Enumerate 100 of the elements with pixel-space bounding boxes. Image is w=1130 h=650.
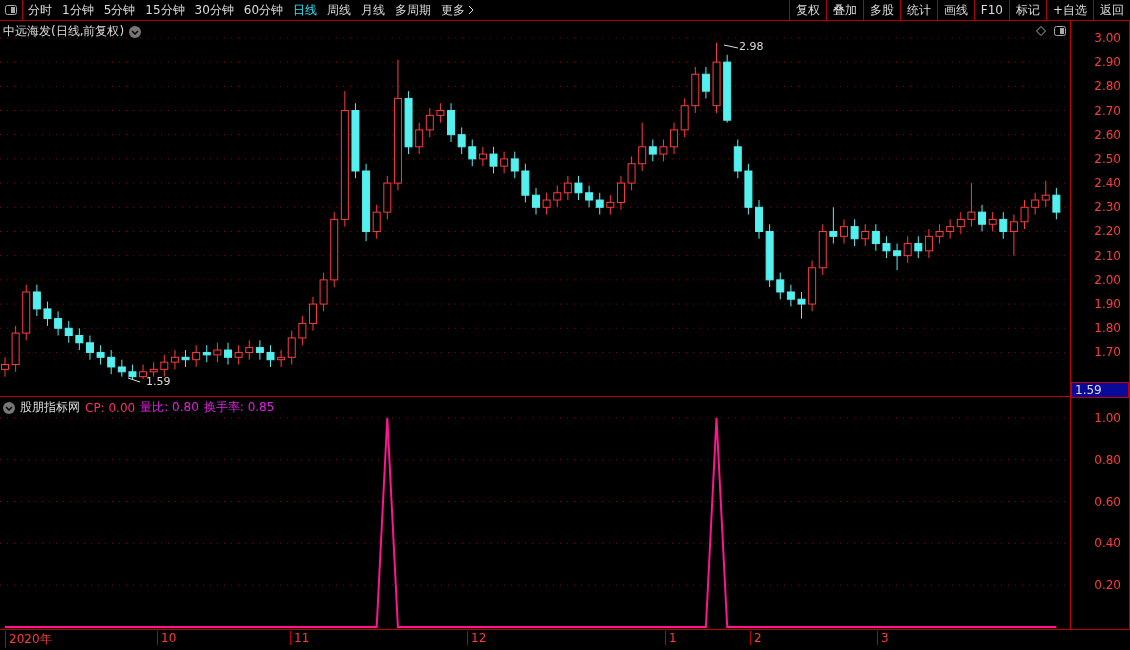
candle (202, 344, 211, 363)
date-label: 2020年 (5, 631, 52, 648)
date-label: 3 (877, 631, 889, 645)
panel-toggle-icon[interactable] (5, 5, 17, 15)
indicator-tick-label: 0.60 (1094, 494, 1121, 509)
candle (956, 211, 965, 235)
date-label: 10 (157, 631, 177, 645)
candle (181, 349, 190, 368)
date-label: 12 (467, 631, 487, 645)
period-tab[interactable]: 60分钟 (238, 0, 289, 20)
candle (436, 102, 445, 124)
price-tick-label: 2.50 (1094, 151, 1121, 166)
candle (797, 291, 806, 320)
candle (542, 192, 551, 216)
candle (1052, 187, 1061, 220)
candle (532, 187, 540, 216)
candle (924, 228, 933, 259)
candle (117, 359, 126, 378)
high-marker-line (723, 44, 739, 49)
candle (298, 315, 307, 346)
price-tick-label: 3.00 (1094, 30, 1121, 45)
candle (149, 361, 158, 378)
candle (850, 218, 859, 247)
candle (712, 42, 721, 114)
candle (500, 151, 509, 174)
candle (893, 243, 902, 271)
candle (192, 344, 201, 368)
candle (776, 272, 785, 300)
period-tab[interactable]: 15分钟 (140, 0, 190, 20)
low-marker-line (127, 377, 141, 383)
chevron-right-icon (468, 5, 475, 15)
candle (861, 223, 870, 247)
candle (818, 223, 827, 276)
candle (563, 175, 572, 201)
candle (914, 235, 923, 259)
candle (553, 185, 562, 208)
period-tab[interactable]: 1分钟 (57, 0, 99, 20)
period-tab[interactable]: 30分钟 (189, 0, 239, 20)
candle (54, 310, 63, 336)
period-tab[interactable]: 日线 (288, 0, 323, 20)
candle (978, 204, 987, 232)
diamond-icon[interactable] (1036, 26, 1046, 36)
period-tab[interactable]: 分时 (23, 0, 57, 20)
candle (425, 107, 434, 138)
candle (871, 223, 880, 252)
candle (139, 364, 148, 380)
low-price-label: 1.59 (146, 375, 171, 388)
price-tick-label: 2.90 (1094, 55, 1121, 70)
candle (585, 185, 594, 208)
candle (659, 139, 668, 162)
candle (733, 139, 742, 179)
dropdown-icon[interactable] (129, 25, 142, 38)
candle (234, 344, 243, 366)
candle (574, 175, 583, 201)
candle (595, 192, 604, 216)
price-tick-label: 2.30 (1094, 200, 1121, 215)
candle (903, 235, 912, 264)
current-price-label: 1.59 (1071, 382, 1129, 398)
indicator-reading: 换手率: 0.85 (203, 399, 275, 416)
dropdown-icon[interactable] (3, 401, 15, 414)
candle (170, 349, 179, 370)
candle (255, 339, 264, 361)
candle (266, 344, 275, 368)
candle (85, 335, 94, 361)
period-tab[interactable]: 月线 (356, 0, 391, 20)
candle (723, 54, 732, 124)
candle (404, 90, 413, 155)
price-tick-label: 2.70 (1094, 103, 1121, 118)
candle (744, 163, 753, 216)
panel-toggle-icon[interactable] (1054, 26, 1066, 36)
candle (213, 342, 222, 363)
price-tick-label: 2.60 (1094, 127, 1121, 142)
price-tick-label: 2.40 (1094, 176, 1121, 191)
price-tick-label: 2.80 (1094, 79, 1121, 94)
price-tick-label: 1.80 (1094, 321, 1121, 336)
candle (808, 260, 817, 312)
candle (468, 139, 477, 167)
candle (840, 218, 848, 245)
candle (680, 97, 689, 138)
candle (64, 320, 73, 344)
period-tab[interactable]: 多周期 (390, 0, 437, 20)
candle (755, 199, 763, 240)
candle (224, 342, 232, 366)
period-tab[interactable]: 更多 (436, 0, 480, 20)
candle (521, 163, 530, 203)
candle (128, 364, 137, 380)
period-tab[interactable]: 周线 (322, 0, 357, 20)
candle (478, 146, 487, 167)
candle (510, 151, 519, 179)
candle (670, 122, 679, 155)
candle (160, 354, 169, 378)
candle (988, 211, 997, 232)
indicator-reading: 量比: 0.80 (140, 399, 199, 416)
candle (1020, 199, 1029, 230)
period-tab[interactable]: 5分钟 (98, 0, 141, 20)
candle (75, 327, 84, 351)
candle (627, 156, 636, 191)
candle (882, 235, 891, 259)
candle (457, 126, 466, 155)
candle (786, 284, 795, 307)
